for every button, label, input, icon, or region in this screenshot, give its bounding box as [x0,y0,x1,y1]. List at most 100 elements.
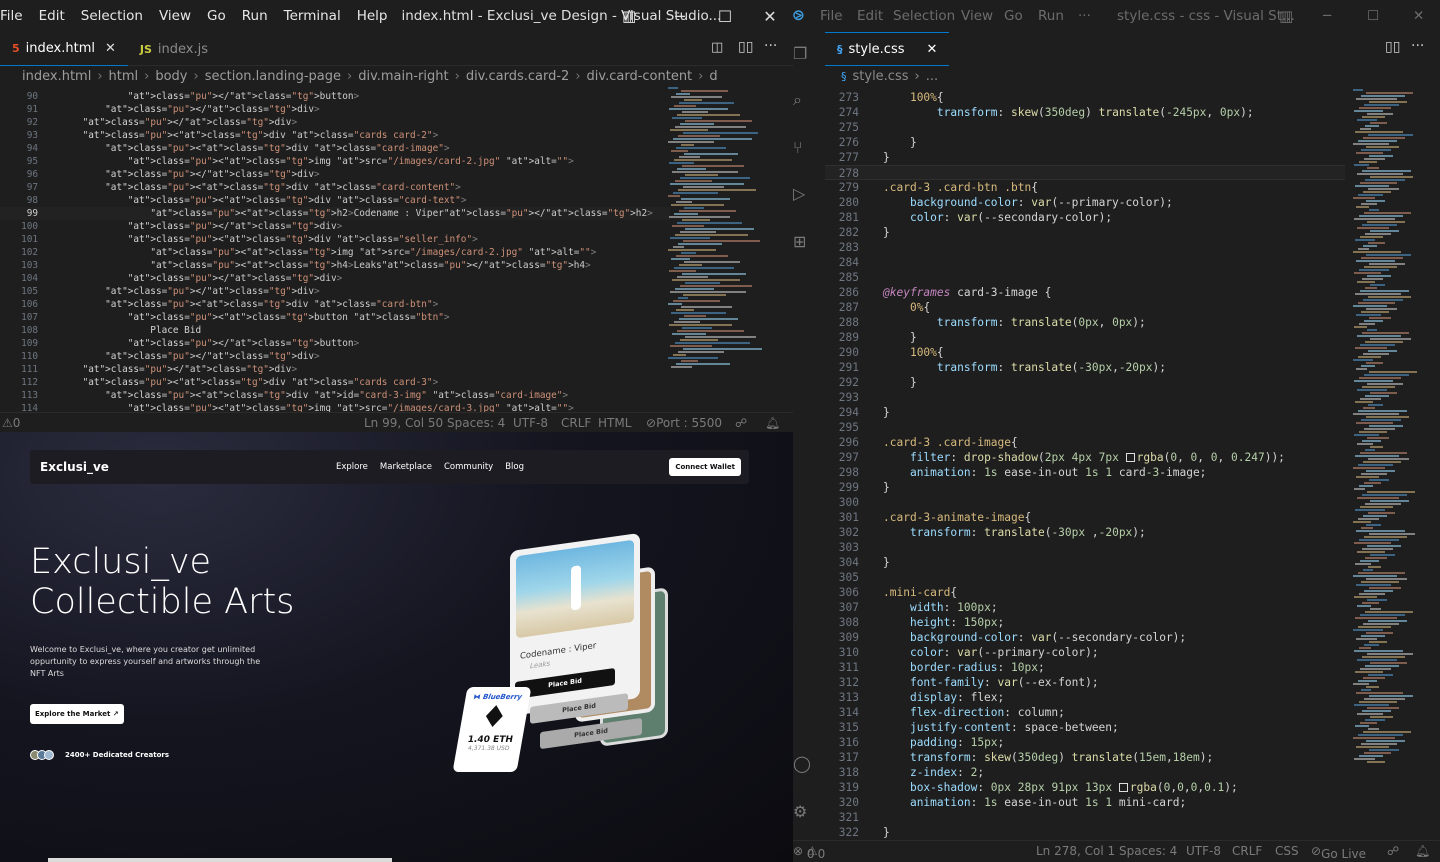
code-line[interactable]: 307 width: 100px; [825,600,1345,615]
code-line[interactable]: 276 } [825,135,1345,150]
code-line[interactable]: 94 "at">class="pu"><"at">class="tg">div … [0,142,670,155]
line-ending[interactable]: CRLF [561,416,591,430]
source-control-icon[interactable]: ⑂ [793,138,811,157]
code-line[interactable]: 318 z-index: 2; [825,765,1345,780]
menu-go[interactable]: Go [199,8,234,24]
code-line[interactable]: 309 background-color: var(--secondary-co… [825,630,1345,645]
code-line[interactable]: 304} [825,555,1345,570]
code-line[interactable]: 322} [825,825,1345,840]
layout-icon[interactable]: ▥ [622,7,636,25]
code-line[interactable]: 274 transform: skew(350deg) translate(-2… [825,105,1345,120]
minimize-button[interactable]: ─ [1323,8,1331,24]
code-line[interactable]: 298 animation: 1s ease-in-out 1s 1 card-… [825,465,1345,480]
code-line[interactable]: 288 transform: translate(0px, 0px); [825,315,1345,330]
code-line[interactable]: 273 100%{ [825,90,1345,105]
code-line[interactable]: 303 [825,540,1345,555]
live-server-port[interactable]: ⊘ Port : 5500 [646,416,722,430]
code-line[interactable]: 285 [825,270,1345,285]
code-line[interactable]: 319 box-shadow: 0px 28px 91px 13px rgba(… [825,780,1345,795]
code-line[interactable]: 294} [825,405,1345,420]
code-line[interactable]: 296 .card-3 .card-image{ [825,435,1345,450]
account-icon[interactable]: ◯ [793,754,811,773]
more-actions-icon[interactable]: ··· [1411,38,1424,54]
code-line[interactable]: 101 "at">class="pu"><"at">class="tg">div… [0,233,670,246]
code-line[interactable]: 282} [825,225,1345,240]
code-line[interactable]: 287 0%{ [825,300,1345,315]
code-line[interactable]: 90 "at">class="pu"></"at">class="tg">but… [0,90,670,103]
code-line[interactable]: 310 color: var(--primary-color); [825,645,1345,660]
crumb-item[interactable]: d [709,69,717,84]
crumb-item[interactable]: html [109,69,139,84]
code-line[interactable]: 301 .card-3-animate-image{ [825,510,1345,525]
code-line[interactable]: 314 flex-direction: column; [825,705,1345,720]
menu-help[interactable]: Help [349,8,396,24]
code-line[interactable]: 281 color: var(--secondary-color); [825,210,1345,225]
bell-icon[interactable]: 🔔︎ [1415,844,1430,858]
extensions-icon[interactable]: ⊞ [793,232,811,251]
close-window-button[interactable]: ✕ [1413,8,1424,24]
go-live-button[interactable]: ⊘ Go Live [1311,844,1366,861]
code-line[interactable]: 284 [825,255,1345,270]
site-logo[interactable]: Exclusi_ve [40,460,109,474]
horizontal-scrollbar[interactable] [48,858,392,862]
code-line[interactable]: 104 "at">class="pu"></"at">class="tg">di… [0,272,670,285]
code-line[interactable]: 283 [825,240,1345,255]
code-line[interactable]: 102 "at">class="pu"><"at">class="tg">img… [0,246,670,259]
code-line[interactable]: 110 "at">class="pu"></"at">class="tg">di… [0,350,670,363]
explore-market-button[interactable]: Explore the Market ↗ [30,704,124,724]
cursor-position[interactable]: Ln 278, Col 1 [1036,844,1115,858]
code-line[interactable]: 97 "at">class="pu"><"at">class="tg">div … [0,181,670,194]
nav-blog[interactable]: Blog [505,462,524,472]
place-bid-button[interactable]: Place Bid [540,717,642,750]
code-line[interactable]: 313 display: flex; [825,690,1345,705]
menu-file[interactable]: File [0,8,31,24]
code-line[interactable]: 113 "at">class="pu"><"at">class="tg">div… [0,389,670,402]
code-line[interactable]: 278 [825,165,1345,180]
code-line[interactable]: 315 justify-content: space-between; [825,720,1345,735]
code-line[interactable]: 100 "at">class="pu"></"at">class="tg">di… [0,220,670,233]
code-line[interactable]: 289 } [825,330,1345,345]
tab-style-css[interactable]: § style.css ✕ [825,32,950,66]
nav-community[interactable]: Community [444,462,493,472]
code-line[interactable]: 316 padding: 15px; [825,735,1345,750]
menu-edit[interactable]: Edit [31,8,73,24]
menu-terminal[interactable]: Terminal [276,8,349,24]
crumb-item[interactable]: div.cards.card-2 [466,69,570,84]
menu-selection[interactable]: Selection [893,8,955,24]
code-line[interactable]: 95 "at">class="pu"><"at">class="tg">img … [0,155,670,168]
code-line[interactable]: 280 background-color: var(--primary-colo… [825,195,1345,210]
code-line[interactable]: 114 "at">class="pu"><"at">class="tg">img… [0,402,670,412]
crumb-item[interactable]: section.landing-page [205,69,341,84]
crumb-item[interactable]: ... [926,69,938,84]
code-line[interactable]: 293 [825,390,1345,405]
feedback-icon[interactable]: ☍ [735,416,747,430]
code-line[interactable]: 300 [825,495,1345,510]
code-line[interactable]: 311 border-radius: 10px; [825,660,1345,675]
menu-view[interactable]: View [961,8,993,24]
code-line[interactable]: 98 "at">class="pu"><"at">class="tg">div … [0,194,670,207]
code-line[interactable]: 286 @keyframes card-3-image { [825,285,1345,300]
code-line[interactable]: 108 Place Bid [0,324,670,337]
code-line[interactable]: 103 "at">class="pu"><"at">class="tg">h4>… [0,259,670,272]
code-line[interactable]: 308 height: 150px; [825,615,1345,630]
code-line[interactable]: 92 "at">class="pu"></"at">class="tg">div… [0,116,670,129]
css-code-editor[interactable]: 273 100%{274 transform: skew(350deg) tra… [825,90,1345,842]
code-line[interactable]: 106 "at">class="pu"><"at">class="tg">div… [0,298,670,311]
code-line[interactable]: 299} [825,480,1345,495]
code-line[interactable]: 292 } [825,375,1345,390]
cursor-position[interactable]: Ln 99, Col 50 [364,416,443,430]
crumb-item[interactable]: body [155,69,187,84]
connect-wallet-button[interactable]: Connect Wallet [669,458,741,476]
code-line[interactable]: 290 100%{ [825,345,1345,360]
problems-indicator[interactable]: ⚠ 0 [2,416,20,430]
code-line[interactable]: 277} [825,150,1345,165]
code-line[interactable]: 99 "at">class="pu"><"at">class="tg">h2>C… [0,207,670,220]
crumb-item[interactable]: style.css [853,69,909,84]
menu-more[interactable]: ··· [1078,8,1091,24]
code-line[interactable]: 105 "at">class="pu"></"at">class="tg">di… [0,285,670,298]
tab-index-html[interactable]: 5 index.html ✕ [0,32,128,66]
menu-run[interactable]: Run [1038,8,1064,24]
open-preview-icon[interactable]: ◫ [711,40,723,55]
maximize-button[interactable]: ☐ [702,0,748,32]
code-line[interactable]: 275 [825,120,1345,135]
